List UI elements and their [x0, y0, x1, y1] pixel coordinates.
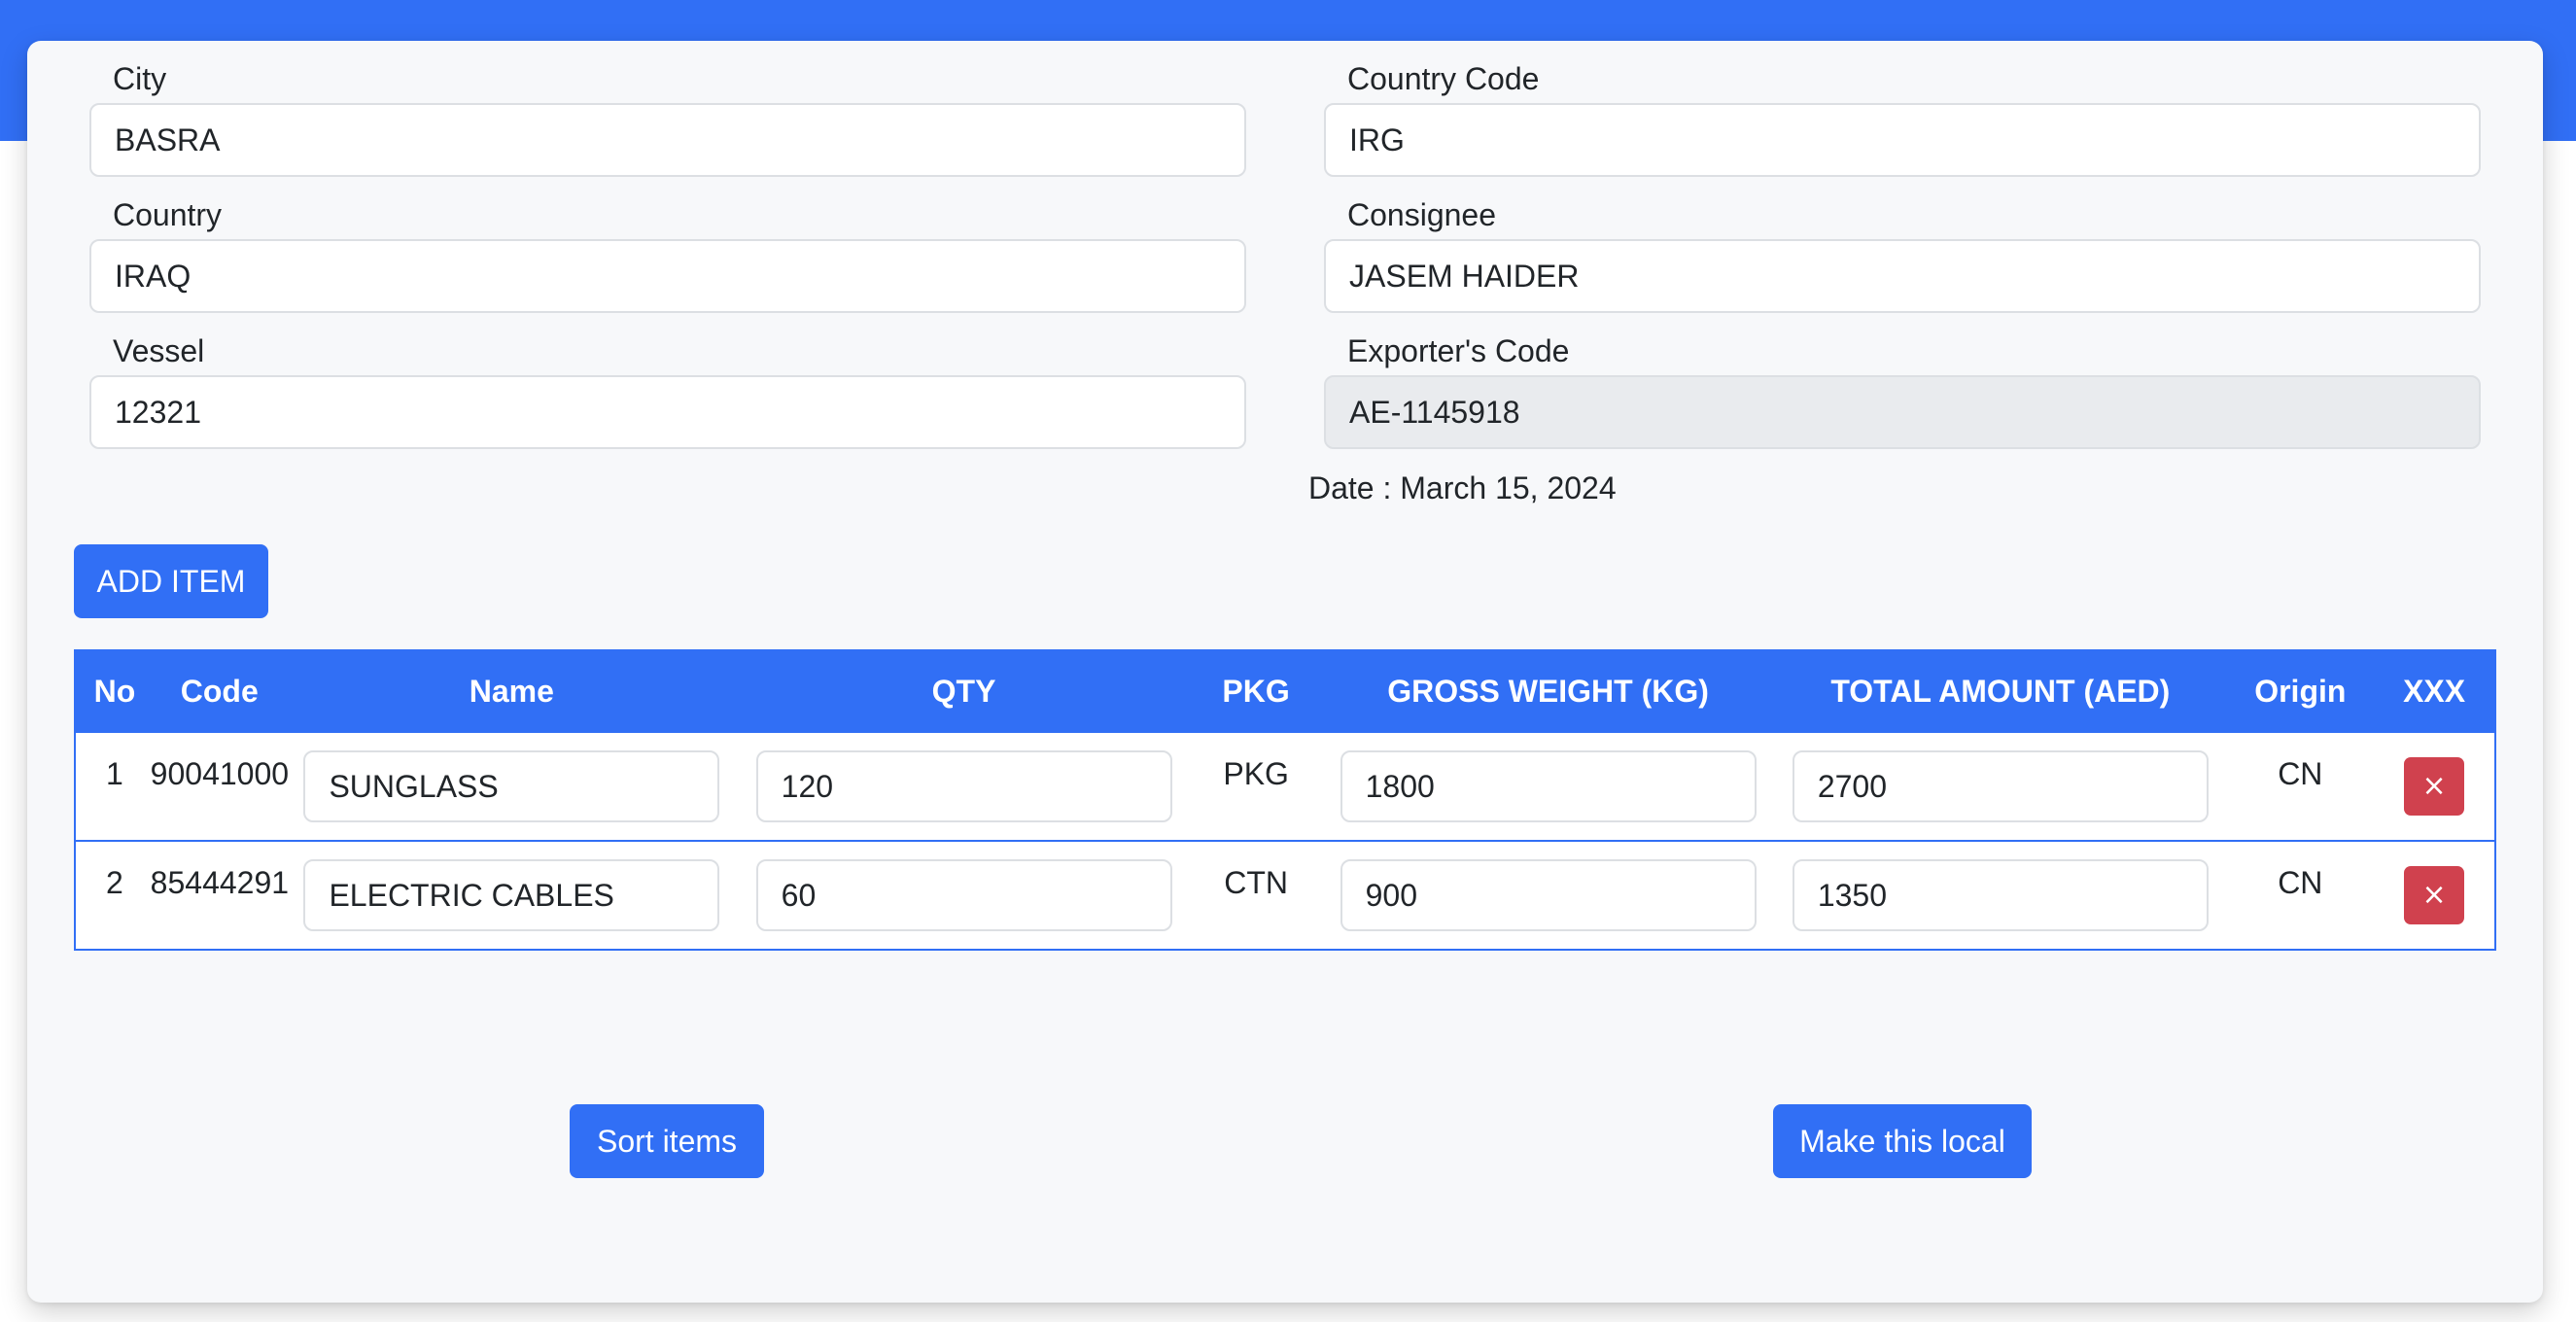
country-label: Country	[113, 197, 223, 232]
gross-weight-input[interactable]	[1340, 859, 1757, 931]
row-delete-cell: ×	[2374, 842, 2494, 949]
row-qty-cell	[738, 842, 1190, 949]
row-code: 90041000	[150, 756, 290, 791]
header-total-amount: TOTAL AMOUNT (AED)	[1830, 673, 2171, 709]
row-origin: CN	[2278, 865, 2323, 900]
total-amount-input[interactable]	[1792, 859, 2209, 931]
items-table: No Code Name QTY PKG GROSS WEIGHT (KG) T…	[74, 649, 2496, 951]
add-item-button[interactable]: ADD ITEM	[74, 544, 268, 618]
header-qty: QTY	[931, 673, 996, 709]
vessel-input[interactable]	[89, 375, 1246, 449]
row-gross-weight-cell	[1322, 733, 1774, 840]
country-input[interactable]	[89, 239, 1246, 313]
city-group: City	[89, 60, 1246, 177]
row-origin: CN	[2278, 756, 2323, 791]
row-no: 1	[106, 756, 123, 791]
row-code: 85444291	[150, 865, 290, 900]
table-row: 2 85444291 CTN CN ×	[76, 840, 2494, 949]
header-name: Name	[469, 673, 554, 709]
header-origin: Origin	[2254, 673, 2347, 709]
country-code-group: Country Code	[1324, 60, 2481, 177]
form-card: City Country Code Country Consignee Vess…	[27, 41, 2543, 1303]
header-code: Code	[180, 673, 259, 709]
name-input[interactable]	[303, 750, 720, 822]
header-no: No	[93, 673, 136, 709]
consignee-group: Consignee	[1324, 196, 2481, 313]
header-gross-weight: GROSS WEIGHT (KG)	[1387, 673, 1709, 709]
city-label: City	[113, 61, 167, 96]
exporter-code-input	[1324, 375, 2481, 449]
qty-input[interactable]	[755, 859, 1172, 931]
consignee-label: Consignee	[1347, 197, 1496, 232]
row-delete-cell: ×	[2374, 733, 2494, 840]
header-pkg: PKG	[1222, 673, 1290, 709]
row-pkg: CTN	[1224, 865, 1289, 900]
header-xxx: XXX	[2403, 673, 2466, 709]
delete-row-button[interactable]: ×	[2404, 757, 2465, 816]
city-input[interactable]	[89, 103, 1246, 177]
consignee-input[interactable]	[1324, 239, 2481, 313]
name-input[interactable]	[303, 859, 720, 931]
qty-input[interactable]	[755, 750, 1172, 822]
make-local-button[interactable]: Make this local	[1773, 1104, 2032, 1178]
row-no: 2	[106, 865, 123, 900]
total-amount-input[interactable]	[1792, 750, 2209, 822]
country-code-input[interactable]	[1324, 103, 2481, 177]
table-header: No Code Name QTY PKG GROSS WEIGHT (KG) T…	[76, 651, 2494, 731]
row-name-cell	[286, 842, 738, 949]
row-total-amount-cell	[1774, 842, 2226, 949]
vessel-group: Vessel	[89, 332, 1246, 449]
delete-row-button[interactable]: ×	[2404, 866, 2465, 924]
country-group: Country	[89, 196, 1246, 313]
date-text: Date : March 15, 2024	[1308, 470, 1617, 505]
row-qty-cell	[738, 733, 1190, 840]
sort-items-button[interactable]: Sort items	[570, 1104, 764, 1178]
row-gross-weight-cell	[1322, 842, 1774, 949]
row-name-cell	[286, 733, 738, 840]
exporter-code-group: Exporter's Code	[1324, 332, 2481, 449]
country-code-label: Country Code	[1347, 61, 1540, 96]
vessel-label: Vessel	[113, 333, 205, 368]
gross-weight-input[interactable]	[1340, 750, 1757, 822]
exporter-code-label: Exporter's Code	[1347, 333, 1570, 368]
row-total-amount-cell	[1774, 733, 2226, 840]
table-row: 1 90041000 PKG CN ×	[76, 731, 2494, 840]
row-pkg: PKG	[1223, 756, 1289, 791]
